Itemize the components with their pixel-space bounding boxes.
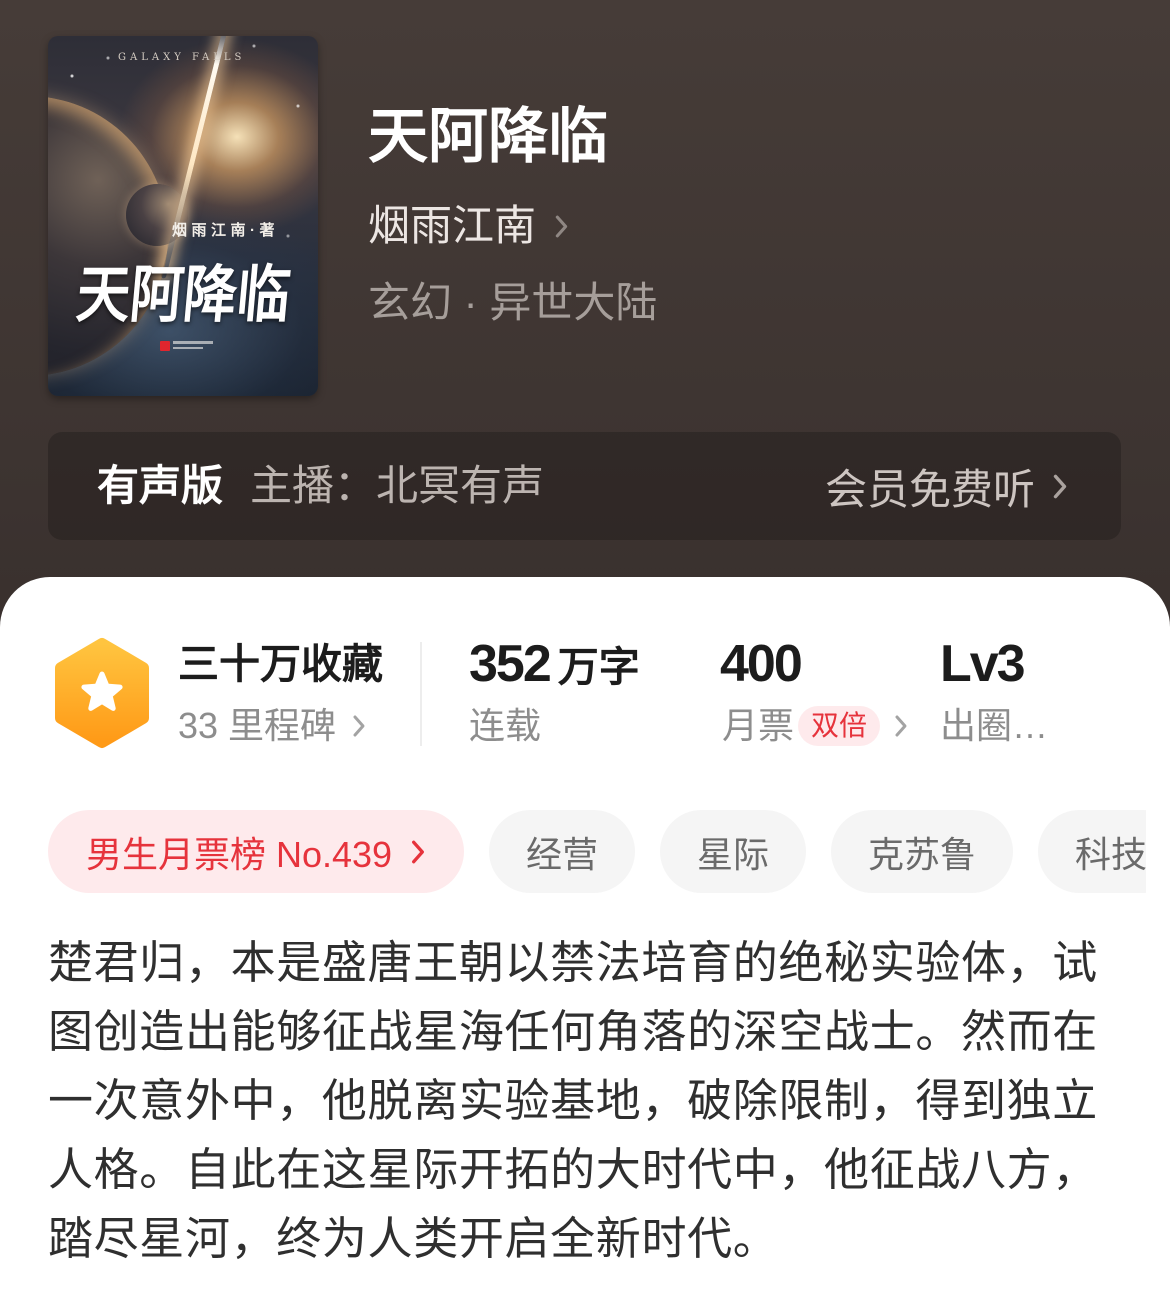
stat-word-count: 352 万字 连载 — [469, 635, 640, 748]
book-synopsis: 楚君归，本是盛唐王朝以禁法培育的绝秘实验体，试图创造出能够征战星海任何角落的深空… — [48, 937, 1098, 1264]
monthly-ticket-number: 400 — [720, 635, 803, 693]
star-hexagon-icon[interactable] — [52, 637, 152, 749]
tag-cthulhu[interactable]: 克苏鲁 — [831, 810, 1013, 893]
word-count-unit: 万字 — [557, 644, 640, 690]
publisher-logo — [160, 340, 216, 352]
cover-title-text: 天阿降临 — [73, 261, 294, 330]
milestones-label: 33 里程碑 — [178, 705, 337, 746]
narrator-name: 北冥有声 — [376, 462, 545, 509]
word-count-number: 352 — [469, 635, 552, 693]
tag-business[interactable]: 经营 — [489, 810, 635, 893]
stat-collections[interactable]: 三十万收藏 33 里程碑 — [178, 640, 383, 748]
tag-interstellar[interactable]: 星际 — [660, 810, 806, 893]
book-level: Lv3 — [940, 635, 1048, 693]
publisher-logo-text — [173, 341, 213, 344]
publisher-logo-mark — [160, 341, 170, 351]
chevron-right-icon — [353, 715, 365, 737]
serial-status: 连载 — [469, 705, 542, 746]
word-count: 352 万字 — [469, 635, 640, 693]
author-name: 烟雨江南 — [368, 202, 537, 249]
listen-free-label: 会员免费听 — [824, 465, 1035, 513]
narrator-label: 主播： — [250, 462, 377, 509]
tag-monthly-ticket-rank[interactable]: 男生月票榜 No.439 — [48, 810, 464, 893]
monthly-ticket-count: 400 — [720, 635, 908, 693]
monthly-ticket-link[interactable]: 月票 双倍 — [722, 704, 908, 748]
collections-count: 三十万收藏 — [178, 641, 383, 687]
listen-free-link[interactable]: 会员免费听 — [825, 432, 1068, 540]
chevron-right-icon — [1053, 474, 1067, 498]
audiobook-bar[interactable]: 有声版 主播：北冥有声 会员免费听 — [48, 432, 1121, 540]
book-info-card: 三十万收藏 33 里程碑 352 万字 连载 400 月票 双倍 Lv3 出圈… … — [0, 577, 1170, 1298]
book-genre: 玄幻 · 异世大陆 — [368, 279, 658, 326]
publisher-logo-subtext — [173, 347, 203, 349]
book-level-value: Lv3 — [940, 635, 1026, 693]
book-level-label: 出圈… — [940, 705, 1049, 746]
stat-level[interactable]: Lv3 出圈… — [940, 635, 1049, 748]
tag-label: 男生月票榜 No.439 — [85, 833, 393, 875]
stats-divider — [420, 642, 422, 746]
stat-monthly-tickets[interactable]: 400 月票 双倍 — [720, 635, 908, 748]
book-title: 天阿降临 — [368, 103, 608, 170]
author-link[interactable]: 烟雨江南 — [368, 201, 569, 251]
tag-list: 男生月票榜 No.439 经营 星际 克苏鲁 科技 — [48, 810, 1146, 893]
narrator-info: 主播：北冥有声 — [250, 432, 544, 540]
monthly-ticket-label: 月票 — [722, 705, 795, 746]
tag-technology[interactable]: 科技 — [1038, 810, 1146, 893]
double-ticket-badge: 双倍 — [798, 706, 881, 746]
chevron-right-icon — [412, 840, 425, 863]
chevron-right-icon — [555, 215, 568, 237]
audiobook-label: 有声版 — [97, 462, 224, 509]
chevron-right-icon — [895, 715, 907, 737]
cover-author-text: 烟雨江南·著 — [172, 222, 279, 239]
milestones-link[interactable]: 33 里程碑 — [178, 704, 383, 748]
cover-series-text: GALAXY FALLS — [118, 52, 246, 63]
book-cover[interactable]: GALAXY FALLS 烟雨江南·著 天阿降临 — [48, 36, 318, 396]
